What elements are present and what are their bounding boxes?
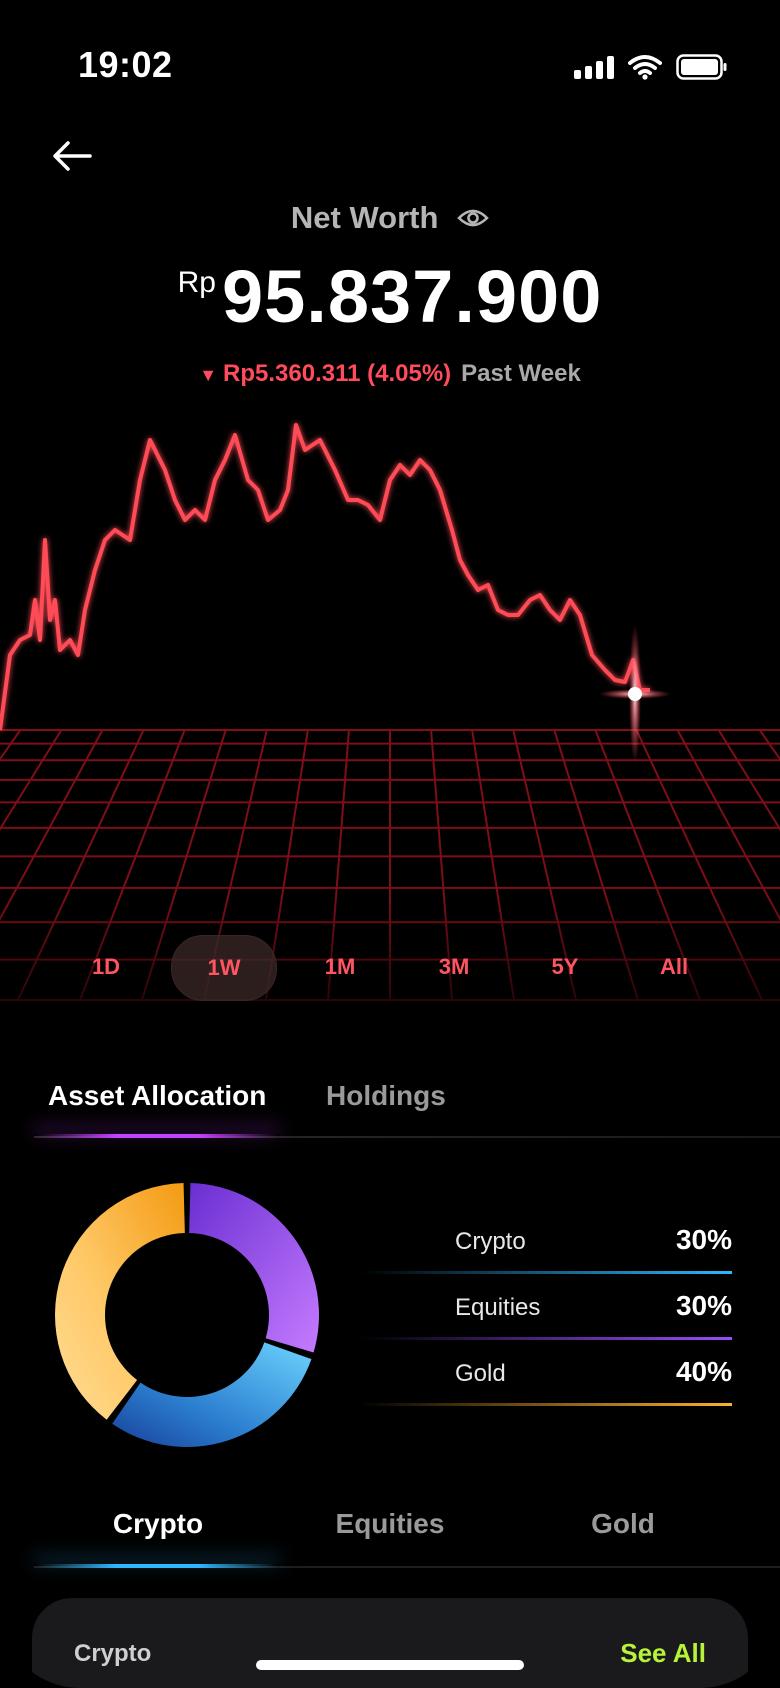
net-worth-title: Net Worth [0, 200, 780, 238]
eye-icon[interactable] [457, 202, 489, 238]
card-title: Crypto [74, 1640, 152, 1667]
legend-row-equities[interactable]: Equities 30% [360, 1286, 732, 1352]
status-icons [574, 54, 728, 80]
tab-asset-allocation[interactable]: Asset Allocation [48, 1080, 266, 1112]
legend-line [360, 1403, 732, 1406]
donut-segment-gold [54, 1183, 185, 1420]
donut-segment-equities [189, 1183, 319, 1353]
legend-line [360, 1337, 732, 1340]
app-screen: 19:02 Net Worth Rp95.837.900 ▼ Rp5.360.3… [0, 0, 780, 1688]
net-worth-change: ▼ Rp5.360.311 (4.05%) Past Week [0, 360, 780, 388]
legend-label: Crypto [455, 1228, 526, 1255]
range-tab-3m[interactable]: 3M [402, 935, 506, 999]
see-all-link[interactable]: See All [620, 1638, 706, 1669]
down-triangle-icon: ▼ [199, 365, 218, 385]
legend-row-crypto[interactable]: Crypto 30% [360, 1220, 732, 1286]
asset-tab-crypto[interactable]: Crypto [70, 1508, 246, 1540]
asset-active-indicator [34, 1564, 280, 1568]
legend-line [360, 1271, 732, 1274]
range-tab-1d[interactable]: 1D [54, 935, 158, 999]
legend-label: Equities [455, 1294, 541, 1321]
change-amount: Rp5.360.311 (4.05%) [223, 360, 452, 387]
legend-label: Gold [455, 1360, 506, 1387]
cellular-signal-icon [574, 55, 614, 79]
status-time: 19:02 [78, 44, 173, 85]
donut-segment-crypto [112, 1342, 312, 1447]
change-period: Past Week [461, 360, 581, 387]
chart-line [0, 423, 650, 731]
crypto-holdings-card: Crypto See All [32, 1598, 748, 1688]
range-tab-5y[interactable]: 5Y [513, 935, 617, 999]
wifi-icon [628, 54, 662, 80]
net-worth-value: Rp95.837.900 [0, 254, 780, 339]
net-worth-label: Net Worth [290, 200, 439, 235]
status-bar: 19:02 [0, 0, 780, 120]
range-tab-1w[interactable]: 1W [171, 935, 277, 1001]
asset-tabs: Crypto Equities Gold [0, 1500, 780, 1560]
asset-tab-equities[interactable]: Equities [302, 1508, 478, 1540]
legend-percent: 30% [675, 1290, 732, 1321]
section-tabs: Asset Allocation Holdings [0, 1070, 780, 1140]
arrow-left-icon [53, 141, 92, 171]
legend-percent: 30% [675, 1224, 732, 1255]
home-indicator [256, 1660, 524, 1670]
active-tab-indicator [34, 1134, 280, 1138]
range-tab-1m[interactable]: 1M [288, 935, 392, 999]
legend-percent: 40% [675, 1356, 732, 1387]
back-button[interactable] [50, 134, 94, 178]
asset-tab-gold[interactable]: Gold [535, 1508, 711, 1540]
currency-label: Rp [177, 266, 216, 299]
tab-holdings[interactable]: Holdings [326, 1080, 446, 1112]
legend-row-gold[interactable]: Gold 40% [360, 1352, 732, 1418]
range-tab-all[interactable]: All [622, 935, 726, 999]
battery-icon [676, 54, 728, 80]
allocation-donut-chart[interactable] [42, 1170, 332, 1460]
net-worth-amount: 95.837.900 [221, 255, 603, 338]
range-tabs: 1D 1W 1M 3M 5Y All [0, 935, 780, 1001]
allocation-legend: Crypto 30% Equities 30% Gold 40% [360, 1220, 732, 1418]
